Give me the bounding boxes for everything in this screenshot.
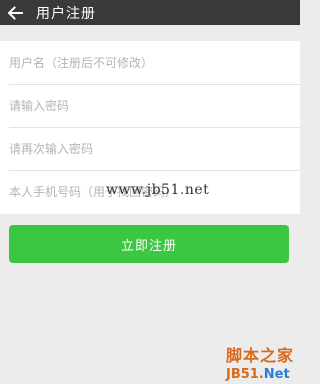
password-field-row [0, 84, 300, 127]
watermark-logo-domain: JB51.Net [226, 367, 294, 382]
watermark-url: www.jb51.net [106, 182, 209, 198]
register-page: 用户注册 www.jb51.net 立即注册 脚本之家 JB51.Net [0, 0, 300, 384]
confirm-password-field-row [0, 127, 300, 170]
username-field-row [0, 41, 300, 84]
confirm-password-input[interactable] [9, 141, 289, 156]
watermark-logo-title: 脚本之家 [225, 346, 294, 365]
username-input[interactable] [9, 55, 289, 70]
back-button[interactable] [0, 0, 30, 25]
watermark-net: net [184, 182, 210, 198]
watermark-logo-jb51: JB51. [225, 367, 264, 382]
title-bar: 用户注册 [0, 0, 300, 25]
watermark-logo: 脚本之家 JB51.Net [226, 342, 294, 382]
page-title: 用户注册 [36, 5, 96, 22]
arrow-left-icon [7, 5, 23, 20]
watermark-jb51: jb51 [146, 182, 180, 198]
register-button[interactable]: 立即注册 [9, 225, 289, 263]
watermark-logo-net: Net [263, 367, 290, 382]
watermark-www: www [106, 182, 142, 198]
password-input[interactable] [9, 98, 289, 113]
